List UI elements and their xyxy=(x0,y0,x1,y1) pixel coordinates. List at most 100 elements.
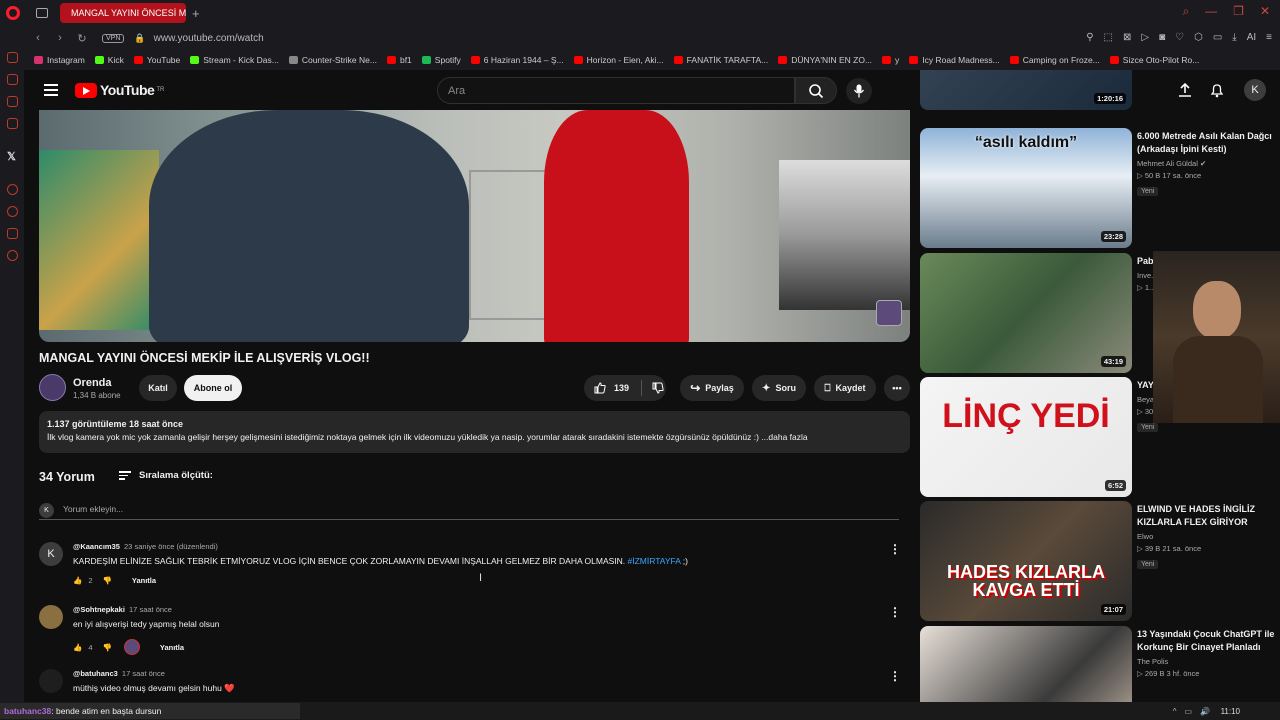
ask-button[interactable]: ✦ Soru xyxy=(752,375,806,401)
comment-dislike-icon[interactable]: 👎 xyxy=(103,643,112,652)
bookmark-item[interactable]: Spotify xyxy=(421,55,461,65)
bookmark-item[interactable]: 6 Haziran 1944 – Ş... xyxy=(470,55,564,65)
taskbar-clock[interactable]: 11:10 xyxy=(1221,707,1240,716)
instagram-sidebar-icon[interactable] xyxy=(7,118,18,129)
dislike-icon[interactable] xyxy=(652,382,664,394)
bookmark-item[interactable]: YouTube xyxy=(133,55,180,65)
history-icon[interactable] xyxy=(7,206,18,217)
maximize-button[interactable]: ❐ xyxy=(1233,4,1244,19)
settings-icon[interactable] xyxy=(7,250,18,261)
comment-author[interactable]: @batuhanc3 xyxy=(73,669,118,678)
youtube-logo[interactable]: YouTube TR xyxy=(75,82,164,98)
comment-author[interactable]: @Kaancım35 xyxy=(73,542,120,551)
recommended-video[interactable]: “asılı kaldım” 23:28 6.000 Metrede Asılı K… xyxy=(920,128,1280,248)
network-icon[interactable]: ▭ xyxy=(1184,707,1192,716)
play-icon[interactable]: ▷ xyxy=(1141,32,1149,43)
extensions-sidebar-icon[interactable] xyxy=(7,228,18,239)
comment-avatar[interactable]: K xyxy=(39,542,63,566)
bookmark-item[interactable]: Counter-Strike Ne... xyxy=(288,55,377,65)
video-channel[interactable]: Elwo xyxy=(1137,532,1277,541)
pin-icon[interactable]: ⚲ xyxy=(1086,32,1093,43)
description-box[interactable]: 1.137 görüntüleme 18 saat önce İlk vlog … xyxy=(39,411,910,453)
add-comment-field[interactable]: K Yorum ekleyin... xyxy=(39,502,899,520)
forward-icon[interactable]: › xyxy=(52,32,68,44)
bookmark-item[interactable]: Stream - Kick Das... xyxy=(190,55,279,65)
sort-button[interactable]: Sıralama ölçütü: xyxy=(119,469,213,482)
search-button[interactable] xyxy=(795,77,837,104)
extensions-icon[interactable]: ⬡ xyxy=(1194,32,1203,43)
video-thumbnail[interactable]: LİNÇ YEDİ 6:52 xyxy=(920,377,1132,497)
video-title[interactable]: 13 Yaşındaki Çocuk ChatGPT ile Korkunç B… xyxy=(1137,628,1277,654)
video-thumbnail[interactable]: HADES KIZLARLA KAVGA ETTİ 21:07 xyxy=(920,501,1132,621)
reply-button[interactable]: Yanıtla xyxy=(160,643,184,652)
x-twitter-icon[interactable]: 𝕏 xyxy=(7,150,16,163)
bookmark-item[interactable]: y xyxy=(882,55,899,65)
camera-icon[interactable]: ◙ xyxy=(1159,32,1165,43)
download-icon[interactable]: ⤓ xyxy=(1232,32,1236,43)
player-icon[interactable] xyxy=(7,184,18,195)
recommended-video[interactable]: 13 Yaşındaki Çocuk ChatGPT ile Korkunç B… xyxy=(920,626,1280,702)
save-button[interactable]: ⎕ Kaydet xyxy=(814,375,876,401)
voice-search-button[interactable] xyxy=(846,78,872,104)
comment-avatar[interactable] xyxy=(39,605,63,629)
comment-menu-icon[interactable]: ⋮ xyxy=(889,542,901,556)
bookmark-item[interactable]: Camping on Froze... xyxy=(1009,55,1100,65)
more-actions-button[interactable]: ••• xyxy=(884,375,910,401)
recommended-video[interactable]: 1:20:16 xyxy=(920,70,1280,110)
bookmark-item[interactable]: Sizce Oto-Pilot Ro... xyxy=(1109,55,1199,65)
like-icon[interactable] xyxy=(594,382,606,394)
speed-dial-icon[interactable] xyxy=(7,52,18,63)
comment-menu-icon[interactable]: ⋮ xyxy=(889,669,901,683)
comment-like-icon[interactable]: 👍 xyxy=(73,576,82,585)
lock-icon[interactable]: 🔒 xyxy=(134,33,145,44)
tab-island-icon[interactable] xyxy=(36,8,48,18)
bookmark-item[interactable]: FANATİK TARAFTA... xyxy=(673,55,768,65)
video-channel[interactable]: Mehmet Ali Güldal ✔ xyxy=(1137,159,1277,168)
aria-icon[interactable] xyxy=(7,74,18,85)
url-field[interactable]: www.youtube.com/watch xyxy=(154,33,264,44)
comment-like-icon[interactable]: 👍 xyxy=(73,643,82,652)
minimize-button[interactable]: — xyxy=(1205,4,1217,19)
video-thumbnail[interactable]: 1:20:16 xyxy=(920,70,1132,110)
comment-dislike-icon[interactable]: 👎 xyxy=(103,576,112,585)
vpn-badge[interactable]: VPN xyxy=(102,33,125,43)
recommended-video[interactable]: HADES KIZLARLA KAVGA ETTİ 21:07 ELWIND VE … xyxy=(920,501,1280,621)
messenger-icon[interactable] xyxy=(7,96,18,107)
bookmark-item[interactable]: Kick xyxy=(94,55,124,65)
video-thumbnail[interactable] xyxy=(920,626,1132,702)
opera-logo-icon[interactable] xyxy=(6,6,20,20)
snapshot-icon[interactable]: ⬚ xyxy=(1104,32,1113,43)
video-channel[interactable]: The Polis xyxy=(1137,657,1277,666)
tray-chevron-icon[interactable]: ^ xyxy=(1173,707,1177,716)
new-tab-button[interactable]: + xyxy=(192,6,200,21)
back-icon[interactable]: ‹ xyxy=(30,32,46,44)
wallet-icon[interactable]: ▭ xyxy=(1213,32,1222,43)
bookmark-item[interactable]: Icy Road Madness... xyxy=(909,55,1000,65)
channel-name[interactable]: Orenda xyxy=(73,377,112,389)
comment-avatar[interactable] xyxy=(39,669,63,693)
menu-icon[interactable]: ≡ xyxy=(1266,32,1272,43)
block-icon[interactable]: ⊠ xyxy=(1123,32,1131,43)
video-title[interactable]: ELWIND VE HADES İNGİLİZ KIZLARLA FLEX Gİ… xyxy=(1137,503,1277,529)
video-title[interactable]: 6.000 Metrede Asılı Kalan Dağcı (Arkadaş… xyxy=(1137,130,1277,156)
bookmark-item[interactable]: bf1 xyxy=(386,55,412,65)
comment-hashtag[interactable]: #İZMİRTAYFA xyxy=(628,556,681,566)
join-button[interactable]: Katıl xyxy=(139,375,177,401)
video-thumbnail[interactable]: “asılı kaldım” 23:28 xyxy=(920,128,1132,248)
bookmark-item[interactable]: Instagram xyxy=(34,55,85,65)
hamburger-menu-icon[interactable] xyxy=(44,81,58,99)
reload-icon[interactable]: ↻ xyxy=(74,32,90,45)
search-tabs-icon[interactable]: ⌕ xyxy=(1182,4,1189,19)
search-input[interactable]: Ara xyxy=(437,77,795,104)
channel-watermark-icon[interactable] xyxy=(876,300,902,326)
browser-tab-active[interactable]: MANGAL YAYINI ÖNCESİ M xyxy=(60,3,186,23)
bookmark-item[interactable]: Horizon - Eien, Aki... xyxy=(573,55,664,65)
comment-menu-icon[interactable]: ⋮ xyxy=(889,605,901,619)
volume-icon[interactable]: 🔊 xyxy=(1200,707,1210,716)
share-button[interactable]: ↪ Paylaş xyxy=(680,375,744,401)
subscribe-button[interactable]: Abone ol xyxy=(184,375,242,401)
heart-icon[interactable]: ♡ xyxy=(1175,32,1184,43)
reply-button[interactable]: Yanıtla xyxy=(132,576,156,585)
video-player[interactable] xyxy=(39,110,910,342)
channel-avatar[interactable] xyxy=(39,374,66,401)
